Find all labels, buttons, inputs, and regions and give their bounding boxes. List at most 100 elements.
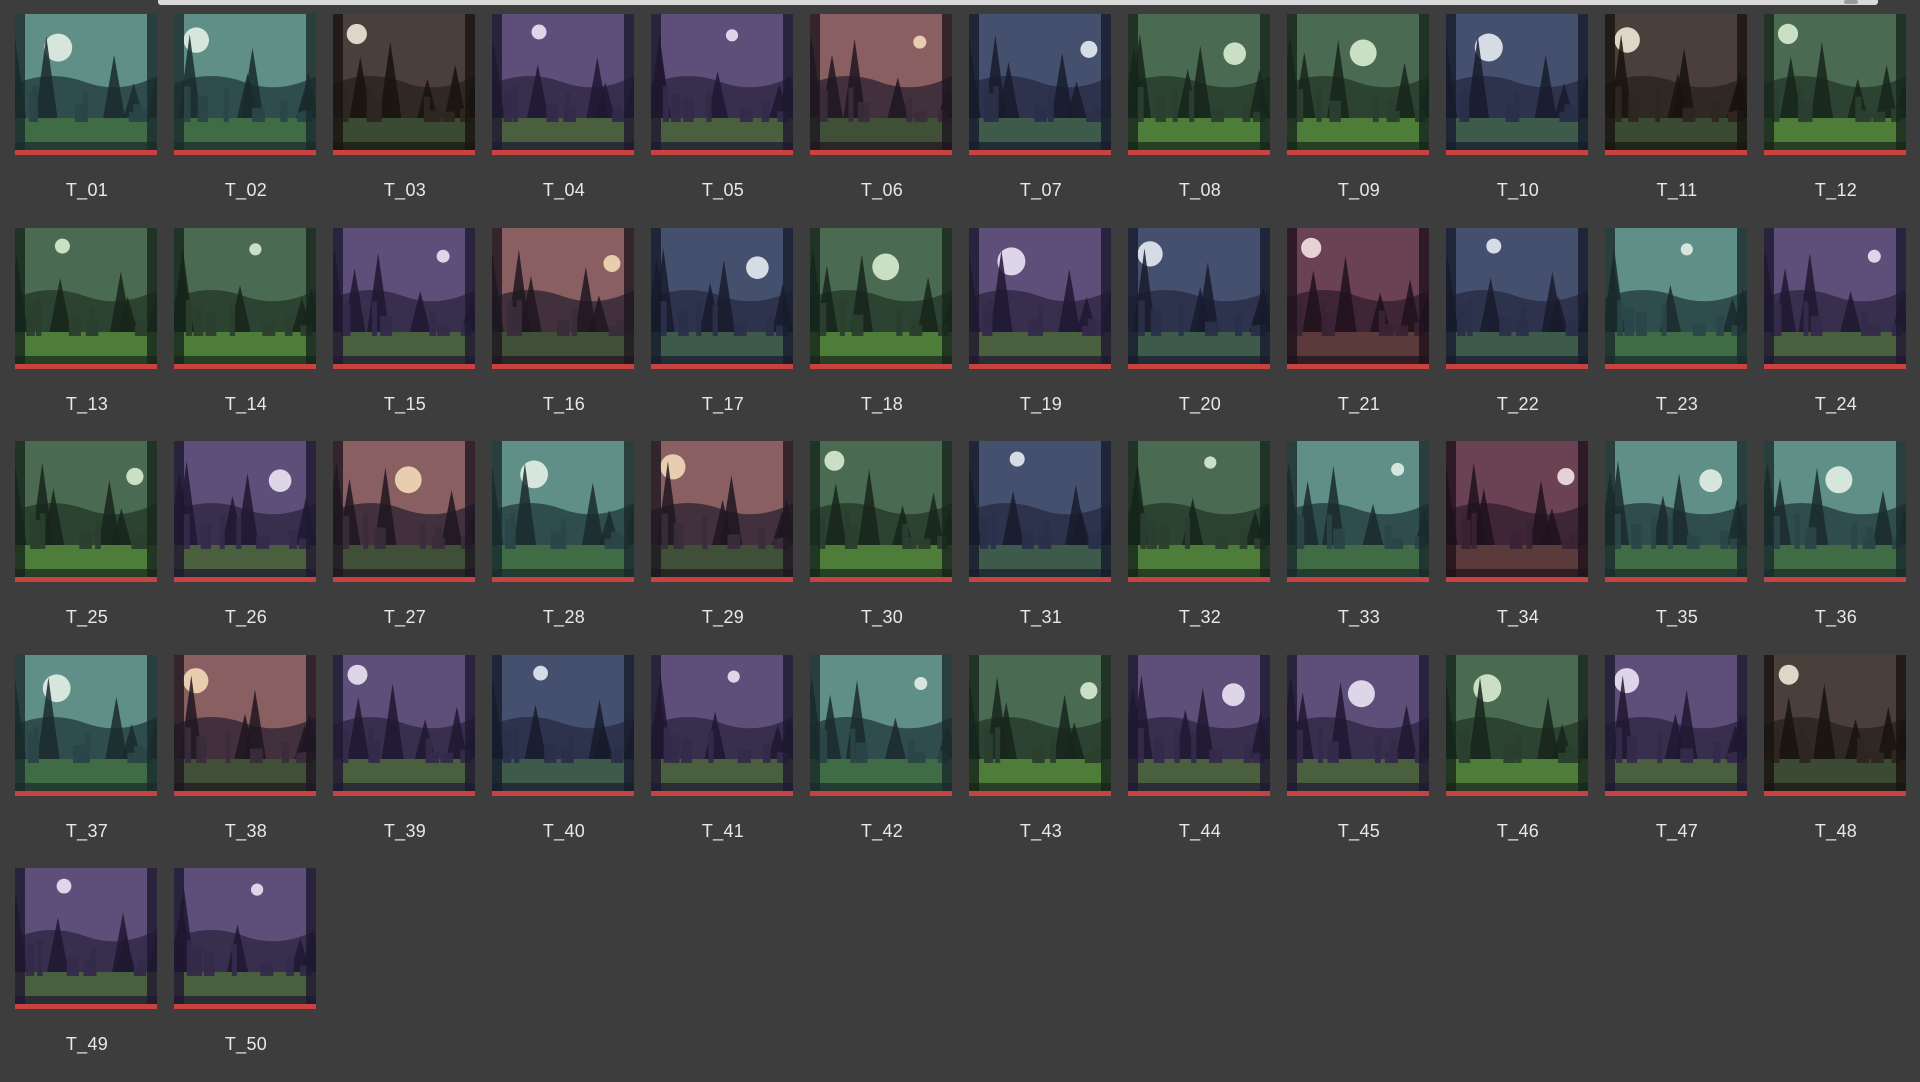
asset-thumbnail[interactable] bbox=[15, 441, 157, 582]
asset-thumbnail[interactable] bbox=[1764, 14, 1906, 155]
asset-tile[interactable]: T_46 bbox=[1443, 654, 1588, 869]
asset-tile[interactable]: T_14 bbox=[171, 227, 316, 442]
asset-thumbnail[interactable] bbox=[651, 227, 793, 369]
asset-tile[interactable]: T_13 bbox=[12, 227, 157, 442]
asset-thumbnail[interactable] bbox=[174, 441, 316, 582]
asset-tile[interactable]: T_09 bbox=[1284, 14, 1429, 228]
asset-thumbnail[interactable] bbox=[1605, 441, 1747, 582]
asset-thumbnail[interactable] bbox=[492, 14, 634, 155]
asset-tile[interactable]: T_02 bbox=[171, 14, 316, 228]
asset-thumbnail[interactable] bbox=[810, 654, 952, 796]
asset-thumbnail[interactable] bbox=[1446, 441, 1588, 582]
asset-tile[interactable]: T_05 bbox=[648, 14, 793, 228]
asset-thumbnail[interactable] bbox=[174, 868, 316, 1009]
asset-thumbnail[interactable] bbox=[969, 441, 1111, 582]
asset-tile[interactable]: T_39 bbox=[330, 654, 475, 869]
asset-thumbnail[interactable] bbox=[333, 441, 475, 582]
asset-thumbnail[interactable] bbox=[969, 227, 1111, 369]
asset-tile[interactable]: T_26 bbox=[171, 441, 316, 655]
asset-tile[interactable]: T_29 bbox=[648, 441, 793, 655]
asset-thumbnail[interactable] bbox=[1128, 441, 1270, 582]
asset-tile[interactable]: T_47 bbox=[1602, 654, 1747, 869]
asset-tile[interactable]: T_06 bbox=[807, 14, 952, 228]
asset-tile[interactable]: T_49 bbox=[12, 868, 157, 1082]
asset-thumbnail[interactable] bbox=[492, 227, 634, 369]
asset-tile[interactable]: T_27 bbox=[330, 441, 475, 655]
asset-tile[interactable]: T_08 bbox=[1125, 14, 1270, 228]
scrollbar-knob[interactable] bbox=[1844, 0, 1858, 4]
asset-tile[interactable]: T_15 bbox=[330, 227, 475, 442]
asset-tile[interactable]: T_11 bbox=[1602, 14, 1747, 228]
asset-tile[interactable]: T_35 bbox=[1602, 441, 1747, 655]
asset-tile[interactable]: T_37 bbox=[12, 654, 157, 869]
asset-tile[interactable]: T_38 bbox=[171, 654, 316, 869]
asset-tile[interactable]: T_24 bbox=[1761, 227, 1906, 442]
asset-thumbnail[interactable] bbox=[1605, 227, 1747, 369]
asset-tile[interactable]: T_07 bbox=[966, 14, 1111, 228]
asset-thumbnail[interactable] bbox=[810, 14, 952, 155]
asset-tile[interactable]: T_04 bbox=[489, 14, 634, 228]
asset-thumbnail[interactable] bbox=[1446, 654, 1588, 796]
asset-tile[interactable]: T_44 bbox=[1125, 654, 1270, 869]
asset-tile[interactable]: T_16 bbox=[489, 227, 634, 442]
asset-thumbnail[interactable] bbox=[1764, 227, 1906, 369]
asset-thumbnail[interactable] bbox=[333, 14, 475, 155]
asset-thumbnail[interactable] bbox=[333, 654, 475, 796]
asset-thumbnail[interactable] bbox=[1287, 14, 1429, 155]
asset-tile[interactable]: T_43 bbox=[966, 654, 1111, 869]
asset-tile[interactable]: T_28 bbox=[489, 441, 634, 655]
asset-thumbnail[interactable] bbox=[15, 868, 157, 1009]
asset-thumbnail[interactable] bbox=[1128, 654, 1270, 796]
asset-thumbnail[interactable] bbox=[1446, 227, 1588, 369]
asset-thumbnail[interactable] bbox=[1128, 227, 1270, 369]
asset-thumbnail[interactable] bbox=[174, 227, 316, 369]
asset-thumbnail[interactable] bbox=[1605, 14, 1747, 155]
asset-tile[interactable]: T_21 bbox=[1284, 227, 1429, 442]
asset-tile[interactable]: T_18 bbox=[807, 227, 952, 442]
asset-tile[interactable]: T_03 bbox=[330, 14, 475, 228]
asset-tile[interactable]: T_40 bbox=[489, 654, 634, 869]
asset-tile[interactable]: T_19 bbox=[966, 227, 1111, 442]
asset-thumbnail[interactable] bbox=[1446, 14, 1588, 155]
asset-tile[interactable]: T_10 bbox=[1443, 14, 1588, 228]
asset-tile[interactable]: T_50 bbox=[171, 868, 316, 1082]
asset-thumbnail[interactable] bbox=[1287, 654, 1429, 796]
asset-thumbnail[interactable] bbox=[969, 654, 1111, 796]
asset-tile[interactable]: T_17 bbox=[648, 227, 793, 442]
asset-tile[interactable]: T_01 bbox=[12, 14, 157, 228]
asset-thumbnail[interactable] bbox=[15, 227, 157, 369]
asset-thumbnail[interactable] bbox=[1764, 654, 1906, 796]
asset-tile[interactable]: T_42 bbox=[807, 654, 952, 869]
asset-tile[interactable]: T_33 bbox=[1284, 441, 1429, 655]
asset-tile[interactable]: T_31 bbox=[966, 441, 1111, 655]
asset-tile[interactable]: T_23 bbox=[1602, 227, 1747, 442]
asset-thumbnail[interactable] bbox=[1764, 441, 1906, 582]
asset-thumbnail[interactable] bbox=[651, 14, 793, 155]
asset-tile[interactable]: T_45 bbox=[1284, 654, 1429, 869]
asset-thumbnail[interactable] bbox=[1605, 654, 1747, 796]
asset-thumbnail[interactable] bbox=[810, 441, 952, 582]
asset-thumbnail[interactable] bbox=[15, 654, 157, 796]
asset-thumbnail[interactable] bbox=[1287, 441, 1429, 582]
asset-tile[interactable]: T_12 bbox=[1761, 14, 1906, 228]
asset-thumbnail[interactable] bbox=[15, 14, 157, 155]
asset-thumbnail[interactable] bbox=[333, 227, 475, 369]
asset-tile[interactable]: T_30 bbox=[807, 441, 952, 655]
asset-tile[interactable]: T_22 bbox=[1443, 227, 1588, 442]
asset-tile[interactable]: T_32 bbox=[1125, 441, 1270, 655]
asset-thumbnail[interactable] bbox=[1287, 227, 1429, 369]
asset-tile[interactable]: T_41 bbox=[648, 654, 793, 869]
asset-thumbnail[interactable] bbox=[174, 14, 316, 155]
asset-thumbnail[interactable] bbox=[969, 14, 1111, 155]
asset-tile[interactable]: T_25 bbox=[12, 441, 157, 655]
asset-tile[interactable]: T_48 bbox=[1761, 654, 1906, 869]
asset-thumbnail[interactable] bbox=[810, 227, 952, 369]
asset-thumbnail[interactable] bbox=[651, 441, 793, 582]
asset-thumbnail[interactable] bbox=[492, 441, 634, 582]
asset-thumbnail[interactable] bbox=[492, 654, 634, 796]
asset-thumbnail[interactable] bbox=[1128, 14, 1270, 155]
scrollbar[interactable] bbox=[158, 0, 1878, 5]
asset-tile[interactable]: T_34 bbox=[1443, 441, 1588, 655]
asset-tile[interactable]: T_20 bbox=[1125, 227, 1270, 442]
asset-tile[interactable]: T_36 bbox=[1761, 441, 1906, 655]
